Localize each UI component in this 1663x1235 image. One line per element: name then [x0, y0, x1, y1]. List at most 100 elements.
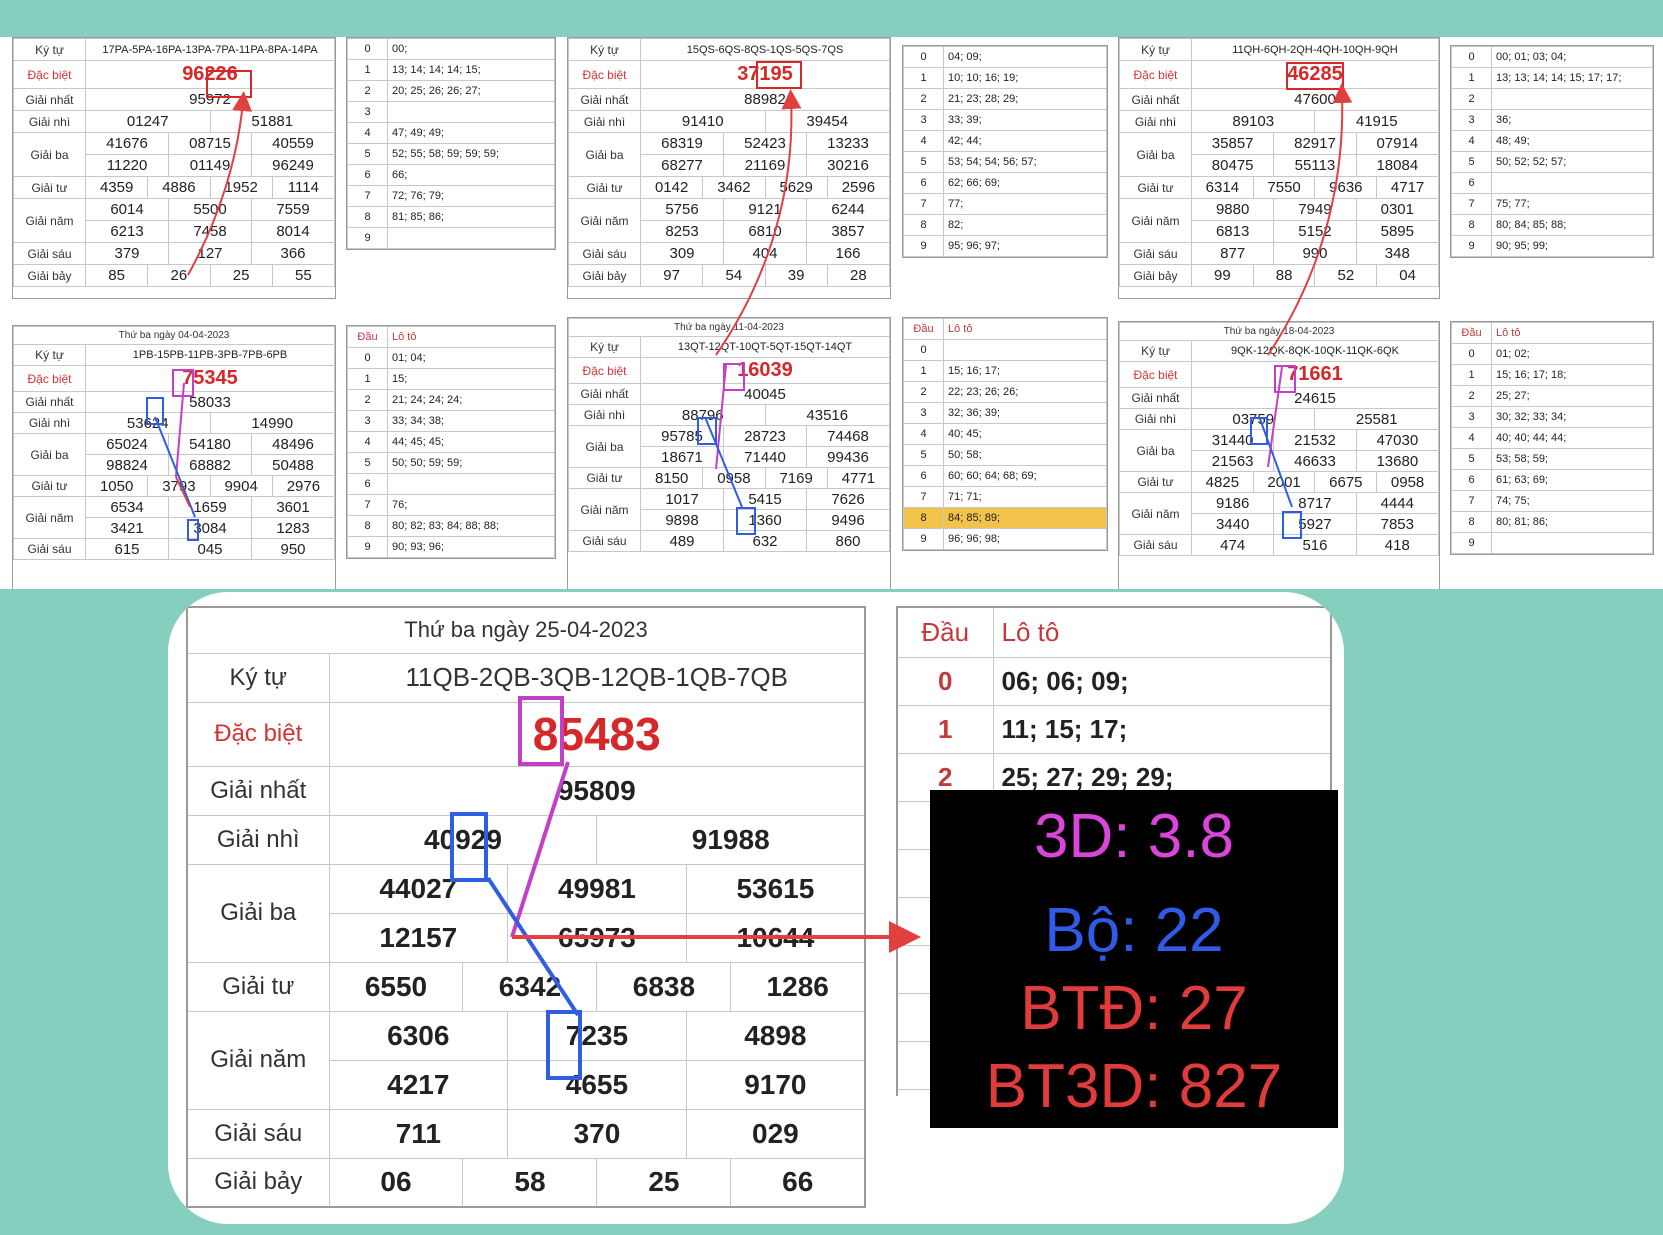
loto-values: 77; — [943, 193, 1107, 215]
third-prize: 54180 — [168, 433, 252, 455]
sixth-prize: 860 — [806, 530, 890, 552]
loto-head-digit: 9 — [347, 536, 388, 558]
fifth-prize-box-big — [546, 1010, 582, 1080]
fifth-prize: 6534 — [85, 496, 169, 518]
third-prize: 41676 — [85, 132, 169, 155]
label-giai-bay: Giải bảy — [13, 264, 86, 287]
loto-head-digit: 0 — [903, 46, 944, 68]
fifth-prize: 5500 — [168, 198, 252, 221]
loto-head-loto: Lô tô — [992, 606, 1332, 658]
second-prize-box-c6 — [1250, 417, 1268, 445]
seventh-prize: 04 — [1376, 264, 1439, 287]
loto-head-dau: Đầu — [1451, 322, 1492, 344]
third-prize: 82917 — [1273, 132, 1357, 155]
fifth-prize-box-c6 — [1282, 511, 1302, 539]
loto-head-digit: 2 — [903, 88, 944, 110]
label-ky-tu: Ký tự — [1119, 340, 1192, 362]
loto-head-digit: 3 — [903, 402, 944, 424]
third-prize: 18084 — [1355, 154, 1439, 177]
fourth-prize: 4825 — [1191, 471, 1254, 493]
sixth-prize: 950 — [251, 538, 335, 560]
second-prize-box-c5 — [697, 417, 717, 445]
fourth-prize: 1050 — [84, 475, 149, 497]
fourth-prize: 6550 — [328, 961, 464, 1012]
loto-head-digit: 9 — [903, 235, 944, 257]
loto-head-digit: 4 — [347, 431, 388, 453]
label-dac-biet: Đặc biệt — [568, 60, 641, 89]
sixth-prize: 348 — [1355, 242, 1439, 265]
fifth-prize: 6306 — [328, 1010, 509, 1061]
label-giai-tu: Giải tư — [13, 176, 86, 199]
third-prize: 10644 — [685, 912, 866, 963]
label-giai-bay: Giải bảy — [1119, 264, 1192, 287]
special-prize: 75345 — [85, 365, 335, 392]
third-prize: 12157 — [328, 912, 509, 963]
label-giai-nhat: Giải nhất — [13, 88, 86, 111]
sixth-prize: 615 — [85, 538, 169, 560]
fifth-prize: 3421 — [85, 517, 169, 539]
second-prize: 91988 — [596, 814, 866, 865]
loto-head-digit: 0 — [1451, 46, 1492, 68]
loto-head-digit: 2 — [347, 80, 388, 102]
sixth-prize: 370 — [507, 1108, 687, 1159]
fifth-prize: 5756 — [640, 198, 724, 221]
fifth-prize: 4217 — [328, 1059, 509, 1110]
loto-values: 42; 44; — [943, 130, 1107, 152]
draw-codes: 1PB-15PB-11PB-3PB-7PB-6PB — [85, 344, 335, 366]
seventh-prize: 55 — [271, 264, 335, 287]
third-prize: 21169 — [723, 154, 807, 177]
loto-values: 32; 36; 39; — [943, 402, 1107, 424]
loto-values — [943, 339, 1107, 361]
loto-head-digit: 8 — [347, 515, 388, 537]
second-prize: 91410 — [640, 110, 766, 133]
loto-head-digit: 1 — [896, 704, 994, 754]
seventh-prize: 26 — [147, 264, 211, 287]
fifth-prize: 6014 — [85, 198, 169, 221]
loto-head-digit: 4 — [903, 130, 944, 152]
label-giai-nhi: Giải nhì — [1119, 408, 1192, 430]
loto-values — [1491, 172, 1653, 194]
loto-values: 20; 25; 26; 26; 27; — [387, 80, 555, 102]
seventh-prize: 85 — [84, 264, 149, 287]
loto-values: 61; 63; 69; — [1491, 469, 1653, 491]
fourth-prize: 0958 — [702, 467, 766, 489]
loto-head-digit: 8 — [1451, 214, 1492, 236]
label-giai-ba: Giải ba — [1119, 132, 1192, 177]
loto-values: 01; 04; — [387, 347, 555, 369]
fourth-prize: 8150 — [639, 467, 704, 489]
label-giai-tu: Giải tư — [186, 961, 330, 1012]
loto-head-digit: 7 — [347, 494, 388, 516]
loto-head-digit: 9 — [903, 528, 944, 550]
first-prize: 95809 — [328, 765, 866, 816]
label-dac-biet: Đặc biệt — [13, 365, 86, 392]
loto-values: 53; 54; 54; 56; 57; — [943, 151, 1107, 173]
second-prize: 14990 — [209, 412, 335, 434]
special-head-box-c6 — [1274, 365, 1296, 393]
third-prize: 53615 — [685, 863, 866, 914]
loto-values: 74; 75; — [1491, 490, 1653, 512]
loto-head-digit: 7 — [1451, 193, 1492, 215]
label-giai-nhat: Giải nhất — [1119, 387, 1192, 409]
fourth-prize: 1286 — [730, 961, 866, 1012]
draw-codes: 11QB-2QB-3QB-12QB-1QB-7QB — [328, 652, 866, 703]
third-prize: 48496 — [251, 433, 335, 455]
fourth-prize: 1114 — [271, 176, 335, 199]
loto-values: 06; 06; 09; — [992, 656, 1332, 706]
loto-values: 21; 24; 24; 24; — [387, 389, 555, 411]
loto-values: 01; 02; — [1491, 343, 1653, 365]
label-giai-nhi: Giải nhì — [13, 110, 86, 133]
loto-table-l3: 0 00; 01; 03; 04; 1 13; 13; 14; 14; 15; 17;… — [1450, 45, 1654, 258]
label-giai-nam: Giải năm — [13, 496, 86, 539]
label-giai-sau: Giải sáu — [13, 538, 86, 560]
loto-head-digit: 1 — [903, 67, 944, 89]
fifth-prize: 1659 — [168, 496, 252, 518]
loto-values: 15; 16; 17; 18; — [1491, 364, 1653, 386]
fifth-prize: 6244 — [806, 198, 890, 221]
fifth-prize: 3084 — [168, 517, 252, 539]
result-card-c4: Thứ ba ngày 04-04-2023 Ký tự 1PB-15PB-11PB… — [12, 325, 336, 589]
loto-values: 15; — [387, 368, 555, 390]
seventh-prize: 39 — [764, 264, 828, 287]
third-prize: 80475 — [1190, 154, 1275, 177]
loto-values: 71; 71; — [943, 486, 1107, 508]
loto-values: 36; — [1491, 109, 1653, 131]
